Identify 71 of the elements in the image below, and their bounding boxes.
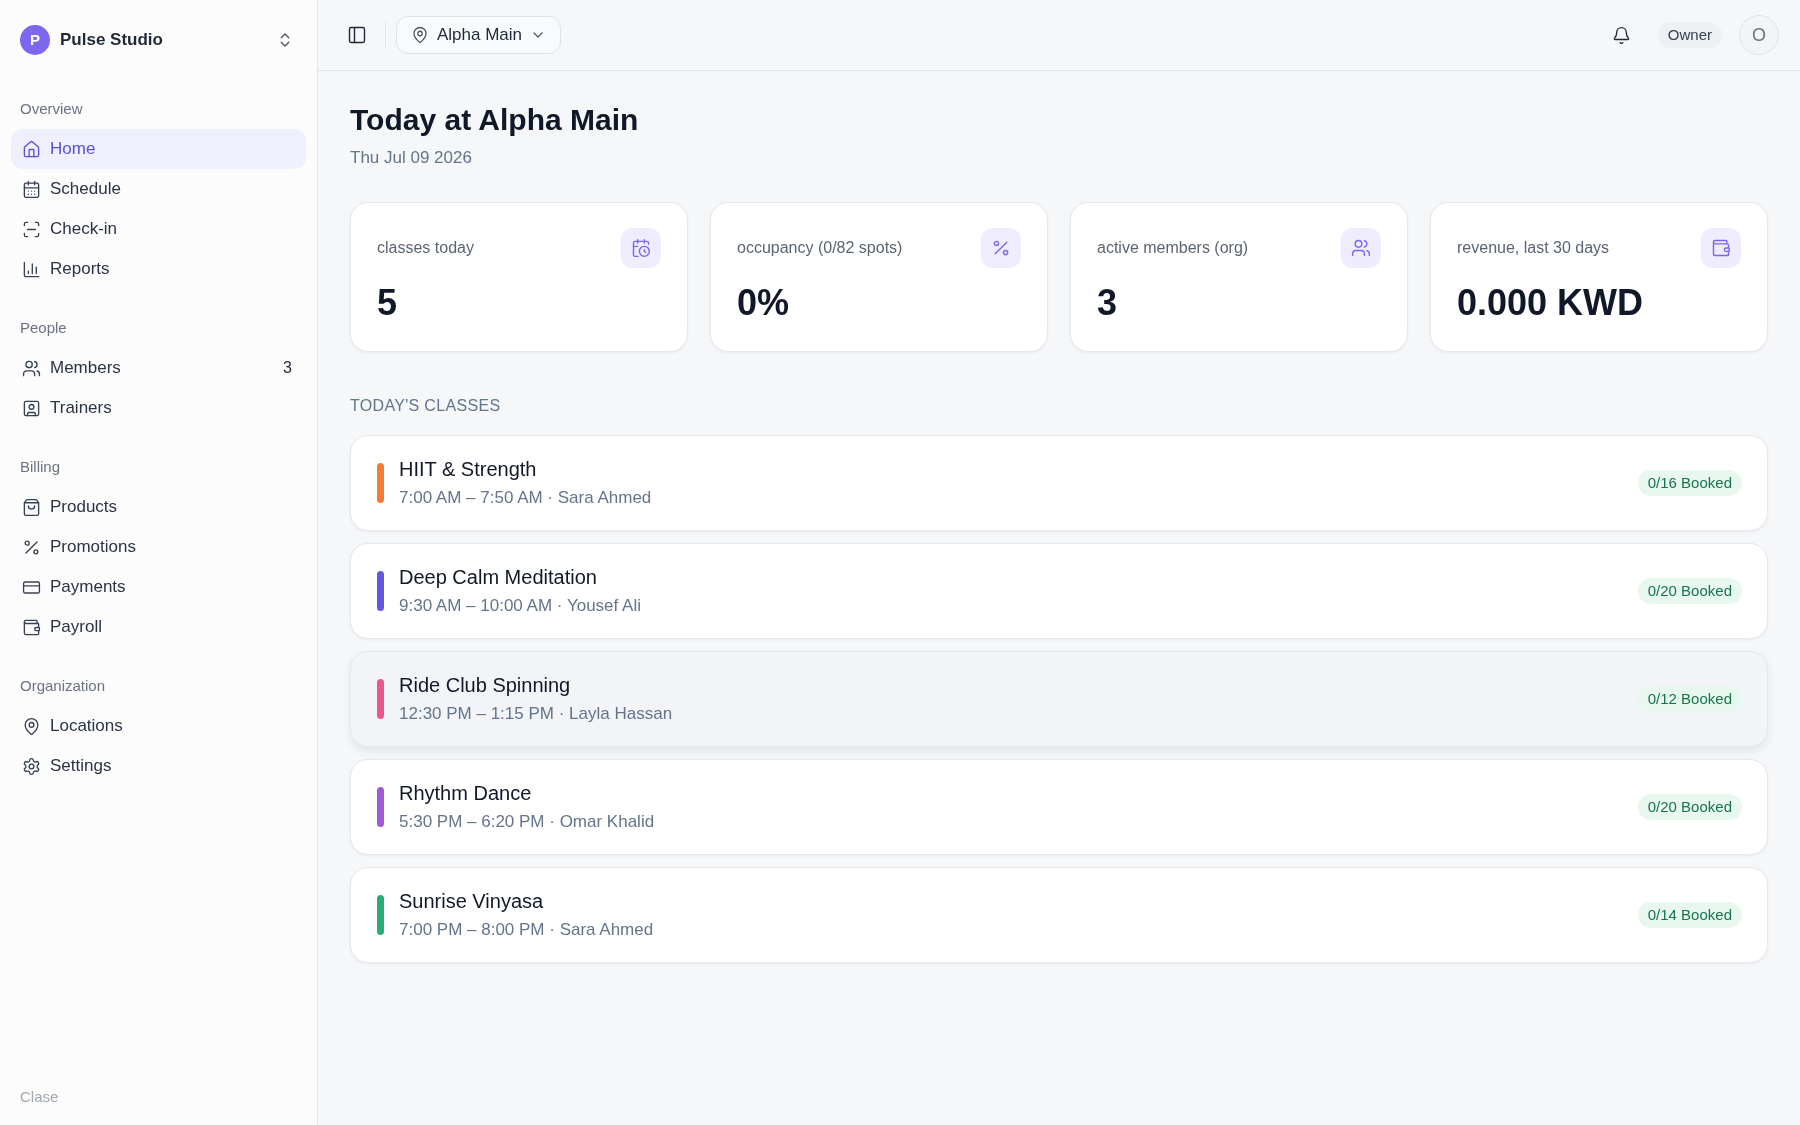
- role-badge: Owner: [1657, 22, 1722, 48]
- page-title: Today at Alpha Main: [350, 102, 640, 138]
- nav-item[interactable]: Products: [11, 487, 306, 527]
- percent-icon: [981, 228, 1021, 268]
- section-heading: People: [19, 318, 68, 338]
- class-details: 9:30 AM – 10:00 AM · Yousef Ali: [399, 595, 641, 617]
- booking-badge: 0/20 Booked: [1637, 578, 1742, 604]
- class-row[interactable]: Sunrise Vinyasa 7:00 PM – 8:00 PM · Sara Ahmed 0/14 Booked: [350, 867, 1768, 963]
- users-icon: [1341, 228, 1381, 268]
- section-heading: Overview: [19, 99, 84, 119]
- stat-label: occupancy (0/82 spots): [737, 238, 903, 258]
- map-pin-icon: [411, 26, 429, 44]
- nav-item[interactable]: Payroll: [11, 607, 306, 647]
- panel-icon: [347, 25, 367, 45]
- stat-value: 0.000 KWD: [1457, 283, 1645, 323]
- section-heading: Billing: [19, 457, 62, 477]
- calendar-clock-icon: [621, 228, 661, 268]
- class-name: HIIT & Strength: [399, 457, 538, 482]
- nav-item[interactable]: Payments: [11, 567, 306, 607]
- stat-label: classes today: [377, 238, 474, 258]
- class-name: Rhythm Dance: [399, 781, 533, 806]
- class-row[interactable]: Deep Calm Meditation 9:30 AM – 10:00 AM · Yousef Ali 0/20 Booked: [350, 543, 1768, 639]
- house-icon: [22, 139, 41, 159]
- nav-item[interactable]: Trainers: [11, 388, 306, 428]
- scan-icon: [22, 219, 41, 239]
- location-selector[interactable]: Alpha Main: [396, 16, 562, 54]
- nav-item[interactable]: Home: [11, 129, 306, 169]
- user-square-icon: [22, 398, 41, 418]
- class-details: 5:30 PM – 6:20 PM · Omar Khalid: [399, 811, 655, 833]
- booking-badge: 0/12 Booked: [1637, 686, 1742, 712]
- brand-name: Pulse Studio: [60, 29, 163, 52]
- booking-badge: 0/16 Booked: [1637, 470, 1742, 496]
- item-count: 3: [283, 358, 292, 378]
- stat-value: 3: [1097, 283, 1119, 323]
- map-pin-icon: [22, 716, 41, 736]
- stat-value: 0%: [737, 283, 791, 323]
- class-name: Deep Calm Meditation: [399, 565, 598, 590]
- footer-label: Clase: [20, 1088, 59, 1105]
- booking-badge: 0/14 Booked: [1637, 902, 1742, 928]
- class-row[interactable]: Ride Club Spinning 12:30 PM – 1:15 PM · Layla Hassan 0/12 Booked: [350, 651, 1768, 747]
- nav-item[interactable]: Check-in: [11, 209, 306, 249]
- nav-item[interactable]: Locations: [11, 706, 306, 746]
- nav-item[interactable]: Schedule: [11, 169, 306, 209]
- wallet-icon: [22, 617, 41, 637]
- class-row[interactable]: HIIT & Strength 7:00 AM – 7:50 AM · Sara Ahmed 0/16 Booked: [350, 435, 1768, 531]
- class-details: 7:00 PM – 8:00 PM · Sara Ahmed: [399, 919, 654, 941]
- booking-badge: 0/20 Booked: [1637, 794, 1742, 820]
- section-heading: TODAY'S CLASSES: [350, 396, 502, 416]
- class-details: 7:00 AM – 7:50 AM · Sara Ahmed: [399, 487, 652, 509]
- wallet-icon: [1701, 228, 1741, 268]
- page-date: Thu Jul 09 2026: [350, 147, 473, 169]
- shopping-bag-icon: [22, 497, 41, 517]
- brand-avatar: P: [20, 25, 50, 55]
- class-name: Ride Club Spinning: [399, 673, 572, 698]
- stat-label: active members (org): [1097, 238, 1249, 258]
- bell-icon: [1612, 25, 1632, 45]
- class-row[interactable]: Rhythm Dance 5:30 PM – 6:20 PM · Omar Khalid 0/20 Booked: [350, 759, 1768, 855]
- nav-item[interactable]: Reports: [11, 249, 306, 289]
- section-heading: Organization: [19, 676, 107, 696]
- class-details: 12:30 PM – 1:15 PM · Layla Hassan: [399, 703, 673, 725]
- users-icon: [22, 358, 41, 378]
- settings-icon: [22, 756, 41, 776]
- nav-item[interactable]: Promotions: [11, 527, 306, 567]
- nav-item[interactable]: Members 3: [11, 348, 306, 388]
- class-name: Sunrise Vinyasa: [399, 889, 545, 914]
- stat-value: 5: [377, 283, 399, 323]
- user-avatar[interactable]: O: [1739, 15, 1779, 55]
- bar-chart-icon: [22, 259, 41, 279]
- stat-label: revenue, last 30 days: [1457, 238, 1610, 258]
- calendar-icon: [22, 179, 41, 199]
- nav-item[interactable]: Settings: [11, 746, 306, 786]
